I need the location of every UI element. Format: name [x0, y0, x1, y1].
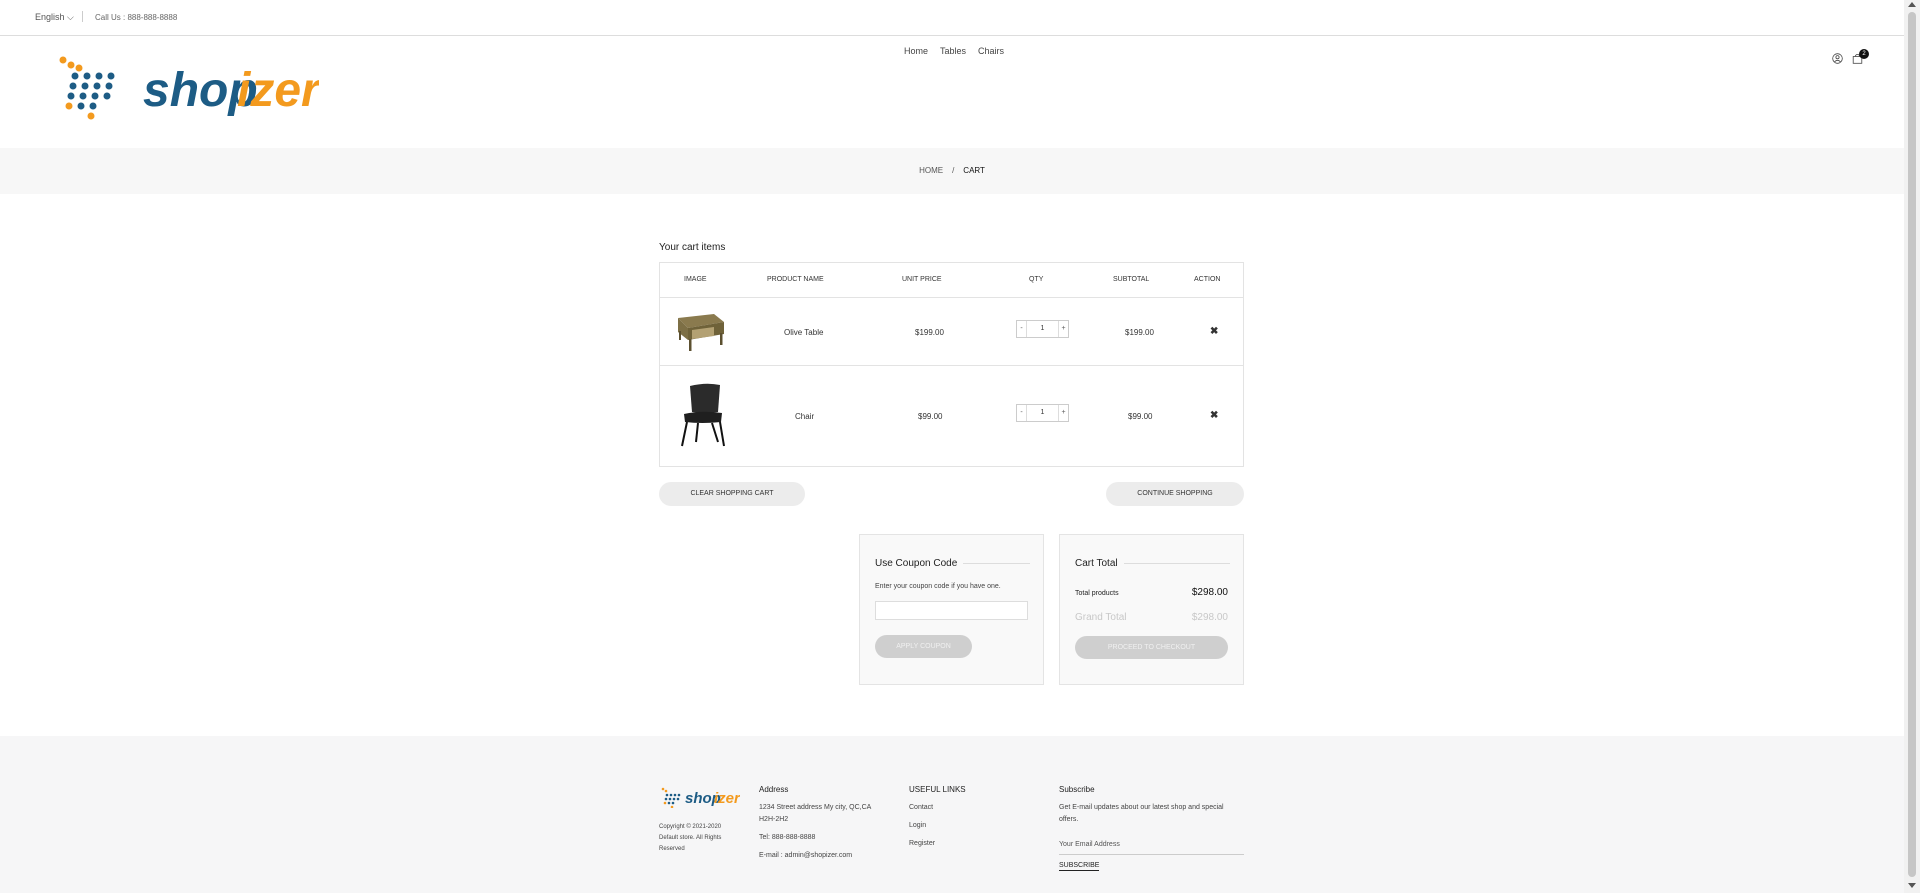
grand-total-label: Grand Total — [1075, 612, 1127, 623]
footer-link-contact[interactable]: Contact — [909, 802, 1029, 814]
shopizer-logo[interactable]: shop izer — [57, 54, 319, 126]
subscribe-heading: Subscribe — [1059, 785, 1095, 794]
nav-home[interactable]: Home — [904, 46, 928, 56]
qty-increase-button[interactable]: + — [1058, 405, 1068, 421]
continue-shopping-button[interactable]: CONTINUE SHOPPING — [1106, 482, 1244, 506]
qty-decrease-button[interactable]: - — [1017, 405, 1027, 421]
nav-chairs[interactable]: Chairs — [978, 46, 1004, 56]
column-header-image: IMAGE — [684, 276, 707, 283]
logo-dots-icon — [59, 56, 115, 120]
table-row: Olive Table $199.00 - 1 + $199.00 ✖ — [660, 298, 1243, 366]
useful-links-heading: USEFUL LINKS — [909, 785, 966, 794]
footer-subscribe-column: Subscribe Get E-mail updates about our l… — [1059, 785, 1244, 832]
unit-price: $99.00 — [918, 412, 943, 421]
table-header: IMAGE PRODUCT NAME UNIT PRICE QTY SUBTOT… — [660, 263, 1243, 298]
subscribe-email-input[interactable]: Your Email Address — [1059, 841, 1244, 855]
address-email: E-mail : admin@shopizer.com — [759, 852, 853, 859]
address-line: 1234 Street address My city, QC,CA H2H-2… — [759, 804, 871, 823]
cart-total-title: Cart Total — [1075, 558, 1124, 569]
total-products-label: Total products — [1075, 590, 1119, 597]
footer-logo[interactable]: shop izer — [660, 786, 740, 808]
subtotal: $99.00 — [1128, 412, 1153, 421]
quantity-stepper: - 1 + — [1016, 320, 1069, 338]
grand-total-value: $298.00 — [1191, 612, 1228, 623]
breadcrumb-home[interactable]: HOME — [919, 166, 943, 175]
proceed-to-checkout-button[interactable]: PROCEED TO CHECKOUT — [1075, 636, 1228, 659]
top-bar: English ⌵ Call Us : 888-888-8888 — [0, 0, 1904, 36]
breadcrumb-separator: / — [952, 166, 955, 175]
remove-item-icon[interactable]: ✖ — [1210, 326, 1218, 337]
qty-increase-button[interactable]: + — [1058, 321, 1068, 337]
header-icons: 2 — [1832, 49, 1869, 64]
footer-link-register[interactable]: Register — [909, 838, 1029, 850]
coupon-hint: Enter your coupon code if you have one. — [875, 583, 1001, 590]
table-row: Chair $99.00 - 1 + $99.00 ✖ — [660, 366, 1243, 467]
clear-cart-button[interactable]: CLEAR SHOPPING CART — [659, 482, 805, 506]
column-header-product-name: PRODUCT NAME — [767, 276, 824, 283]
coupon-title: Use Coupon Code — [875, 558, 964, 569]
cart-title: Your cart items — [659, 242, 726, 253]
address-tel: Tel: 888-888-8888 — [759, 834, 816, 841]
copyright-text: Copyright © 2021-2020 Default store. All… — [659, 824, 722, 852]
product-image-table[interactable] — [674, 312, 726, 352]
qty-input[interactable]: 1 — [1027, 405, 1058, 421]
language-selector[interactable]: English ⌵ — [35, 12, 74, 23]
subtotal: $199.00 — [1125, 328, 1154, 337]
scroll-up-arrow-icon[interactable] — [1908, 2, 1916, 7]
cart-total-panel: Cart Total Total products $298.00 Grand … — [1059, 534, 1244, 685]
scrollbar-thumb[interactable] — [1908, 12, 1916, 877]
main-nav: Home Tables Chairs — [904, 46, 1004, 56]
column-header-subtotal: SUBTOTAL — [1113, 276, 1150, 283]
footer-address-column: Address 1234 Street address My city, QC,… — [759, 785, 889, 868]
total-products-value: $298.00 — [1191, 587, 1228, 598]
column-header-unit-price: UNIT PRICE — [902, 276, 942, 283]
cart-button[interactable]: 2 — [1852, 49, 1869, 64]
nav-tables[interactable]: Tables — [940, 46, 966, 56]
breadcrumb-current: CART — [963, 166, 985, 175]
quantity-stepper: - 1 + — [1016, 404, 1069, 422]
apply-coupon-button[interactable]: APPLY COUPON — [875, 635, 972, 658]
footer-links-column: USEFUL LINKS Contact Login Register — [909, 785, 1029, 856]
qty-decrease-button[interactable]: - — [1017, 321, 1027, 337]
user-icon[interactable] — [1832, 53, 1843, 64]
cart-table: IMAGE PRODUCT NAME UNIT PRICE QTY SUBTOT… — [659, 262, 1244, 467]
cart-count-badge: 2 — [1859, 49, 1869, 59]
qty-input[interactable]: 1 — [1027, 321, 1058, 337]
site-footer: shop izer Copyright © 2021-2020 Default … — [0, 736, 1904, 893]
scroll-down-arrow-icon[interactable] — [1908, 883, 1916, 888]
column-header-action: ACTION — [1194, 276, 1221, 283]
footer-logo-text-izer: izer — [714, 790, 740, 807]
product-image-chair[interactable] — [674, 382, 730, 448]
site-header: shop izer Home Tables Chairs 2 — [0, 36, 1904, 148]
unit-price: $199.00 — [915, 328, 944, 337]
top-bar-divider — [82, 11, 83, 22]
page-scrollbar[interactable] — [1904, 0, 1920, 893]
coupon-panel: Use Coupon Code Enter your coupon code i… — [859, 534, 1044, 685]
subscribe-text: Get E-mail updates about our latest shop… — [1059, 804, 1224, 823]
product-name[interactable]: Chair — [795, 412, 814, 421]
product-name[interactable]: Olive Table — [784, 328, 823, 337]
breadcrumb: HOME / CART — [0, 148, 1904, 194]
logo-text-izer: izer — [237, 64, 319, 117]
remove-item-icon[interactable]: ✖ — [1210, 410, 1218, 421]
footer-link-login[interactable]: Login — [909, 820, 1029, 832]
subscribe-button[interactable]: SUBSCRIBE — [1059, 862, 1100, 871]
phone-number: Call Us : 888-888-8888 — [95, 13, 178, 22]
coupon-code-input[interactable] — [875, 601, 1028, 620]
column-header-qty: QTY — [1029, 276, 1044, 283]
panel-divider — [1123, 563, 1230, 564]
address-heading: Address — [759, 785, 789, 794]
